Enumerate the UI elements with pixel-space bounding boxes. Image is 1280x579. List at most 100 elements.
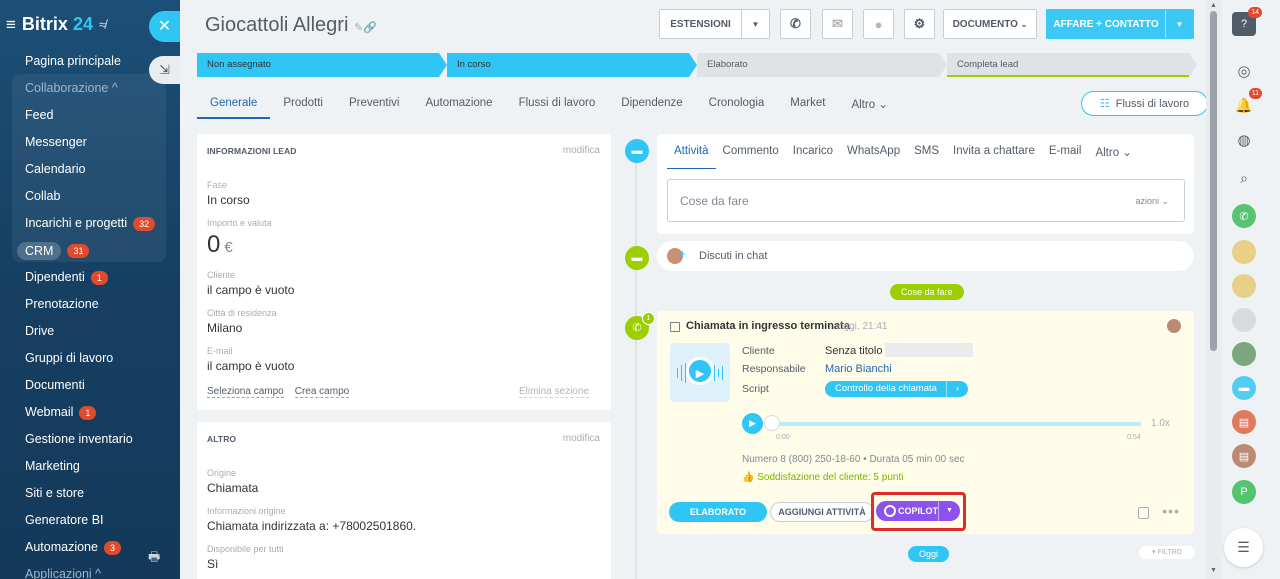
responsible-link[interactable]: Mario Bianchi bbox=[825, 363, 892, 375]
audio-track[interactable] bbox=[771, 422, 1141, 426]
tab[interactable]: Dipendenze bbox=[608, 91, 695, 119]
activity-tab[interactable]: Attività bbox=[667, 145, 716, 169]
chevron-down-icon[interactable]: ▼ bbox=[1165, 10, 1193, 38]
plus-icon[interactable]: + bbox=[679, 247, 686, 261]
tab[interactable]: Cronologia bbox=[696, 91, 778, 119]
sidebar-item[interactable]: Siti e store bbox=[0, 480, 180, 507]
sidebar-item[interactable]: Dipendenti 1 bbox=[0, 264, 180, 291]
stage-complete[interactable]: Completa lead bbox=[947, 53, 1197, 77]
edit-link-icon[interactable]: ✎🔗 bbox=[354, 22, 377, 34]
tab[interactable]: Flussi di lavoro bbox=[506, 91, 609, 119]
close-sidebar-button[interactable]: ✕ bbox=[149, 11, 180, 42]
stage-unassigned[interactable]: Non assegnato bbox=[197, 53, 447, 77]
chat-icon[interactable]: ▬ bbox=[1232, 376, 1256, 400]
note-icon[interactable] bbox=[1138, 507, 1149, 519]
contact-card-icon[interactable]: ▤ bbox=[1232, 444, 1256, 468]
tab[interactable]: Market bbox=[777, 91, 838, 119]
sidebar-item[interactable]: Collab bbox=[0, 183, 180, 210]
edit-link[interactable]: modifica bbox=[563, 145, 600, 156]
tab[interactable]: Automazione bbox=[412, 91, 505, 119]
sidebar-item[interactable]: CRM 31 bbox=[0, 237, 180, 264]
sidebar-item[interactable]: Gestione inventario bbox=[0, 426, 180, 453]
sidebar-item[interactable]: Generatore BI bbox=[0, 507, 180, 534]
select-field-link[interactable]: Seleziona campo bbox=[207, 386, 284, 398]
activity-tab[interactable]: Incarico bbox=[786, 145, 840, 169]
group-avatar[interactable] bbox=[1232, 240, 1256, 264]
logo[interactable]: ≡ Bitrix 24 ≉ bbox=[6, 14, 106, 35]
chevron-down-icon[interactable]: ▼ bbox=[741, 10, 769, 38]
scroll-thumb[interactable] bbox=[1210, 11, 1217, 351]
scroll-down-icon[interactable]: ▼ bbox=[1210, 567, 1217, 574]
tab[interactable]: Altro ⌄ bbox=[838, 91, 901, 119]
client-value[interactable]: Senza titolo bbox=[825, 345, 882, 357]
sidebar-item[interactable]: Webmail 1 bbox=[0, 399, 180, 426]
user-avatar[interactable] bbox=[1232, 308, 1256, 332]
activity-tab[interactable]: E-mail bbox=[1042, 145, 1089, 169]
document-button[interactable]: DOCUMENTO ⌄ bbox=[943, 9, 1037, 39]
call-check-button[interactable]: Controllo della chiamata › bbox=[825, 381, 968, 397]
complete-checkbox[interactable] bbox=[670, 322, 680, 332]
delete-section-link[interactable]: Elimina sezione bbox=[518, 386, 589, 398]
bell-icon[interactable]: 🔔 11 bbox=[1232, 88, 1262, 117]
sidebar-item[interactable]: Feed bbox=[0, 102, 180, 129]
audio-knob[interactable] bbox=[764, 415, 780, 431]
phone-icon[interactable]: ✆ bbox=[780, 9, 811, 39]
sidebar-item[interactable]: Marketing bbox=[0, 453, 180, 480]
create-field-link[interactable]: Crea campo bbox=[294, 386, 350, 398]
field-city[interactable]: Città di residenza Milano bbox=[207, 308, 277, 335]
discuss-chat-bar[interactable]: + Discuti in chat bbox=[657, 241, 1194, 271]
activity-tab[interactable]: Altro ⌄ bbox=[1088, 145, 1139, 169]
copilot-button[interactable]: COPILOT ▼ bbox=[876, 501, 960, 521]
chevron-down-icon[interactable]: ▼ bbox=[938, 501, 960, 521]
collapse-icon[interactable]: ⇲ bbox=[149, 56, 180, 84]
printer-icon[interactable]: 🖶 bbox=[148, 548, 160, 570]
processed-button[interactable]: ELABORATO bbox=[669, 502, 767, 522]
deal-contact-button[interactable]: AFFARE + CONTATTO ▼ bbox=[1046, 9, 1194, 39]
user-avatar[interactable] bbox=[1232, 342, 1256, 366]
field-origin-info[interactable]: Informazioni origine Chiamata indirizzata… bbox=[207, 506, 416, 533]
stage-processed[interactable]: Elaborato bbox=[697, 53, 947, 77]
sidebar-item[interactable]: Prenotazione bbox=[0, 291, 180, 318]
field-amount[interactable]: Importo e valuta 0 € bbox=[207, 218, 272, 259]
mail-icon[interactable]: ✉ bbox=[822, 9, 853, 39]
field-origin[interactable]: Origine Chiamata bbox=[207, 468, 258, 495]
tab[interactable]: Generale bbox=[197, 91, 271, 119]
filter-button[interactable]: ▾ FILTRO bbox=[1139, 546, 1195, 559]
play-icon[interactable]: ▶ bbox=[686, 357, 714, 385]
chat-icon[interactable]: ● bbox=[863, 9, 894, 39]
extensions-button[interactable]: ESTENSIONI ▼ bbox=[659, 9, 770, 39]
activity-tab[interactable]: Invita a chattare bbox=[946, 145, 1042, 169]
copilot-ring-icon[interactable]: ◎ bbox=[1232, 59, 1256, 83]
more-icon[interactable]: ••• bbox=[1162, 503, 1180, 519]
workflows-button[interactable]: ☷ Flussi di lavoro bbox=[1081, 91, 1208, 116]
tab[interactable]: Preventivi bbox=[336, 91, 413, 119]
sidebar-item[interactable]: Incarichi e progetti 32 bbox=[0, 210, 180, 237]
edit-link[interactable]: modifica bbox=[563, 433, 600, 444]
search-icon[interactable]: ⌕ bbox=[1232, 166, 1256, 190]
activity-tab[interactable]: Commento bbox=[716, 145, 786, 169]
stage-in-progress[interactable]: In corso bbox=[447, 53, 697, 77]
field-email[interactable]: E-mail il campo è vuoto bbox=[207, 346, 294, 373]
audio-thumbnail[interactable]: ▶ bbox=[670, 343, 730, 402]
p-avatar[interactable]: P bbox=[1232, 480, 1256, 504]
call-icon[interactable]: ✆ bbox=[1232, 204, 1256, 228]
messenger-icon[interactable]: ◍ bbox=[1232, 128, 1256, 152]
gear-icon[interactable]: ⚙ bbox=[904, 9, 935, 39]
group-avatar[interactable] bbox=[1232, 274, 1256, 298]
actions-dropdown[interactable]: azioni ⌄ bbox=[1135, 196, 1169, 207]
contact-card-icon[interactable]: ▤ bbox=[1232, 410, 1256, 434]
scroll-up-icon[interactable]: ▲ bbox=[1210, 2, 1217, 9]
sidebar-item[interactable]: Calendario bbox=[0, 156, 180, 183]
sidebar-item[interactable]: Messenger bbox=[0, 129, 180, 156]
field-available[interactable]: Disponibile per tutti Sì bbox=[207, 544, 284, 571]
speed-control[interactable]: 1.0x bbox=[1151, 418, 1170, 429]
scrollbar[interactable]: ▲ ▼ bbox=[1206, 0, 1222, 579]
help-icon[interactable]: ? 14 bbox=[1232, 7, 1262, 36]
sidebar-item[interactable]: Gruppi di lavoro bbox=[0, 345, 180, 372]
sidebar-item[interactable]: Documenti bbox=[0, 372, 180, 399]
play-icon[interactable]: ▶ bbox=[742, 413, 763, 434]
menu-icon[interactable]: ☰ bbox=[1224, 528, 1263, 567]
todo-input[interactable]: Cose da fare azioni ⌄ bbox=[667, 179, 1185, 222]
tab[interactable]: Prodotti bbox=[270, 91, 336, 119]
sidebar-item[interactable]: Drive bbox=[0, 318, 180, 345]
